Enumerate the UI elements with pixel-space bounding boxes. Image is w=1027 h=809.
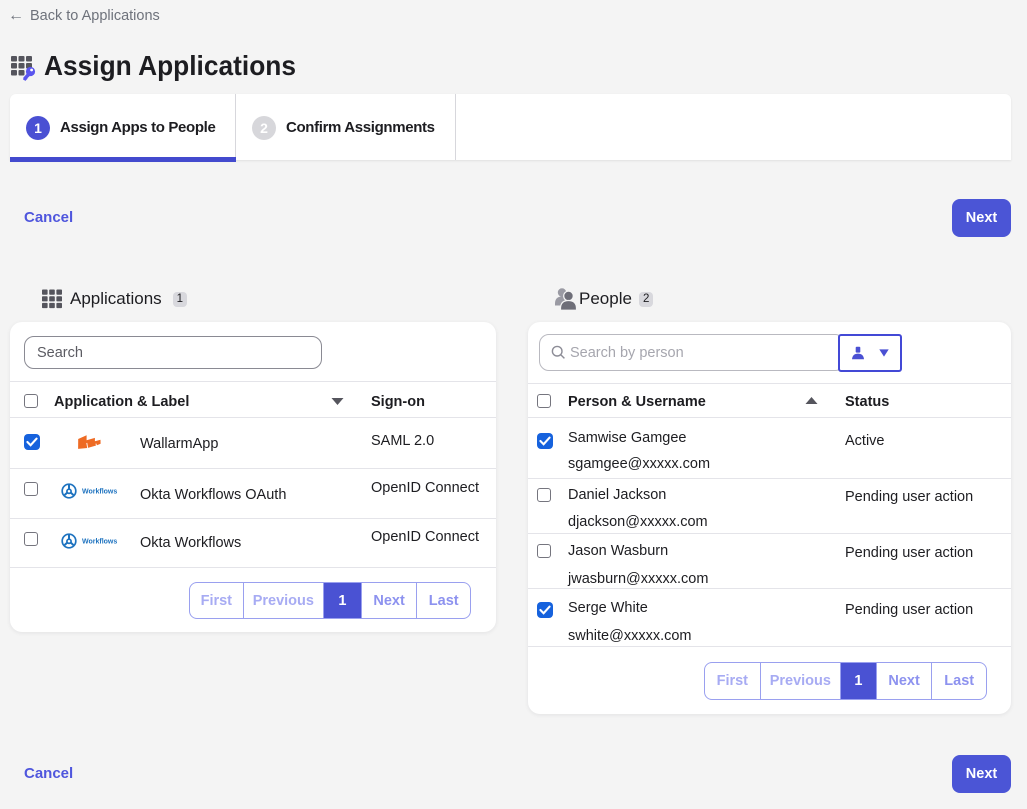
svg-text:Workflows: Workflows xyxy=(82,489,117,496)
svg-text:Workflows: Workflows xyxy=(82,539,117,546)
